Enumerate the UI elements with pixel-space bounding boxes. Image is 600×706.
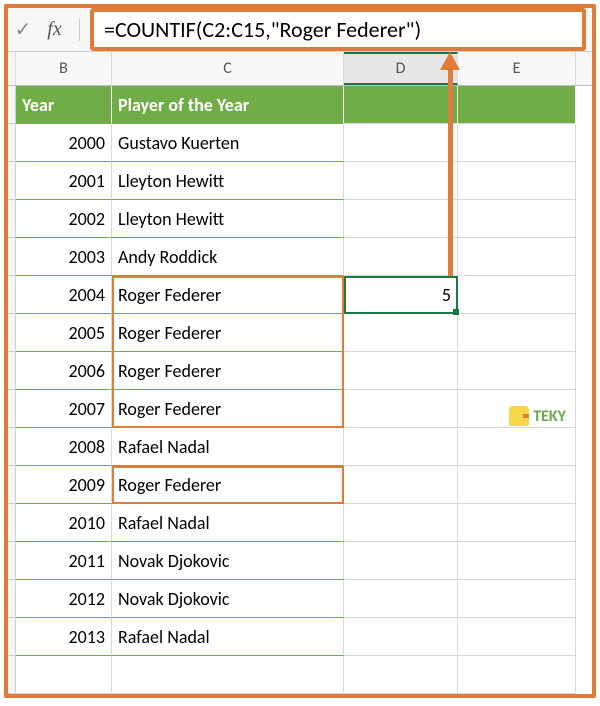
- cell[interactable]: [458, 352, 576, 390]
- cell-player[interactable]: Gustavo Kuerten: [112, 124, 344, 162]
- cell[interactable]: [458, 580, 576, 618]
- cell-year[interactable]: 2009: [16, 466, 112, 504]
- header-year[interactable]: Year: [16, 86, 112, 124]
- table-row: 2009 Roger Federer: [8, 466, 592, 504]
- formula-input[interactable]: =COUNTIF(C2:C15,"Roger Federer"): [90, 8, 586, 51]
- cell[interactable]: [458, 428, 576, 466]
- cell[interactable]: [344, 352, 458, 390]
- cell-result[interactable]: 5: [344, 276, 458, 314]
- cell[interactable]: [458, 314, 576, 352]
- cell[interactable]: [458, 542, 576, 580]
- cell-year[interactable]: 2001: [16, 162, 112, 200]
- formula-bar: ✓ fx =COUNTIF(C2:C15,"Roger Federer"): [8, 8, 592, 52]
- cell-year[interactable]: 2004: [16, 276, 112, 314]
- cell-player[interactable]: Roger Federer: [112, 314, 344, 352]
- cell[interactable]: [458, 162, 576, 200]
- table-row: 2008 Rafael Nadal: [8, 428, 592, 466]
- watermark-logo: TEKY: [509, 406, 566, 426]
- cell-year[interactable]: 2011: [16, 542, 112, 580]
- col-header-e[interactable]: E: [458, 52, 576, 85]
- cell-player[interactable]: Roger Federer: [112, 352, 344, 390]
- cell-year[interactable]: 2010: [16, 504, 112, 542]
- table-row: 2012 Novak Djokovic: [8, 580, 592, 618]
- table-row: 2005 Roger Federer: [8, 314, 592, 352]
- cell[interactable]: [344, 162, 458, 200]
- cell-year[interactable]: 2008: [16, 428, 112, 466]
- cell-year[interactable]: 2012: [16, 580, 112, 618]
- table-row: 2002 Lleyton Hewitt: [8, 200, 592, 238]
- annotation-arrow-head: [440, 52, 460, 70]
- cell[interactable]: [458, 86, 576, 124]
- cell[interactable]: [344, 504, 458, 542]
- header-player[interactable]: Player of the Year: [112, 86, 344, 124]
- cell[interactable]: [344, 542, 458, 580]
- cell[interactable]: [458, 466, 576, 504]
- cell-year[interactable]: 2003: [16, 238, 112, 276]
- cell[interactable]: [344, 390, 458, 428]
- table-header-row: Year Player of the Year: [8, 86, 592, 124]
- cell[interactable]: [458, 238, 576, 276]
- cell-player[interactable]: Lleyton Hewitt: [112, 162, 344, 200]
- table-row: 2011 Novak Djokovic: [8, 542, 592, 580]
- logo-text: TEKY: [533, 407, 566, 426]
- cell-player[interactable]: Roger Federer: [112, 466, 344, 504]
- cell-player[interactable]: Rafael Nadal: [112, 504, 344, 542]
- cell[interactable]: [344, 466, 458, 504]
- empty-row: [8, 656, 592, 694]
- cell[interactable]: [344, 238, 458, 276]
- col-header-b[interactable]: B: [16, 52, 112, 85]
- cell-player[interactable]: Andy Roddick: [112, 238, 344, 276]
- cell[interactable]: [458, 124, 576, 162]
- cell[interactable]: [344, 618, 458, 656]
- cell-year[interactable]: 2006: [16, 352, 112, 390]
- cell[interactable]: [458, 618, 576, 656]
- duck-icon: [509, 406, 529, 426]
- cell[interactable]: [344, 314, 458, 352]
- cell[interactable]: [112, 656, 344, 694]
- cell-player[interactable]: Rafael Nadal: [112, 428, 344, 466]
- column-headers: B C D E: [8, 52, 592, 86]
- cell-player[interactable]: Novak Djokovic: [112, 542, 344, 580]
- table-row: 2013 Rafael Nadal: [8, 618, 592, 656]
- cell[interactable]: [344, 428, 458, 466]
- confirm-icon[interactable]: ✓: [10, 17, 36, 42]
- cell[interactable]: [344, 86, 458, 124]
- table-row: 2006 Roger Federer: [8, 352, 592, 390]
- cell-year[interactable]: 2013: [16, 618, 112, 656]
- cell[interactable]: [458, 656, 576, 694]
- cell-player[interactable]: Lleyton Hewitt: [112, 200, 344, 238]
- cell[interactable]: [458, 200, 576, 238]
- table-row: 2010 Rafael Nadal: [8, 504, 592, 542]
- cell[interactable]: [458, 276, 576, 314]
- cell-year[interactable]: 2000: [16, 124, 112, 162]
- fx-label[interactable]: fx: [36, 18, 80, 41]
- cell-player[interactable]: Roger Federer: [112, 390, 344, 428]
- cell[interactable]: [344, 124, 458, 162]
- cell-year[interactable]: 2007: [16, 390, 112, 428]
- cell-player[interactable]: Novak Djokovic: [112, 580, 344, 618]
- cell[interactable]: [344, 656, 458, 694]
- table-row: 2004 Roger Federer 5: [8, 276, 592, 314]
- cell-year[interactable]: 2002: [16, 200, 112, 238]
- table-row: 2000 Gustavo Kuerten: [8, 124, 592, 162]
- spreadsheet-grid[interactable]: Year Player of the Year 2000 Gustavo Kue…: [8, 86, 592, 694]
- table-row: 2001 Lleyton Hewitt: [8, 162, 592, 200]
- cell[interactable]: [458, 504, 576, 542]
- cell[interactable]: [16, 656, 112, 694]
- cell-player[interactable]: Rafael Nadal: [112, 618, 344, 656]
- table-row: 2007 Roger Federer: [8, 390, 592, 428]
- table-row: 2003 Andy Roddick: [8, 238, 592, 276]
- cell[interactable]: [344, 580, 458, 618]
- cell-player[interactable]: Roger Federer: [112, 276, 344, 314]
- annotation-arrow: [448, 68, 453, 276]
- cell[interactable]: [344, 200, 458, 238]
- cell-year[interactable]: 2005: [16, 314, 112, 352]
- col-header-c[interactable]: C: [112, 52, 344, 85]
- gutter-corner: [8, 52, 16, 85]
